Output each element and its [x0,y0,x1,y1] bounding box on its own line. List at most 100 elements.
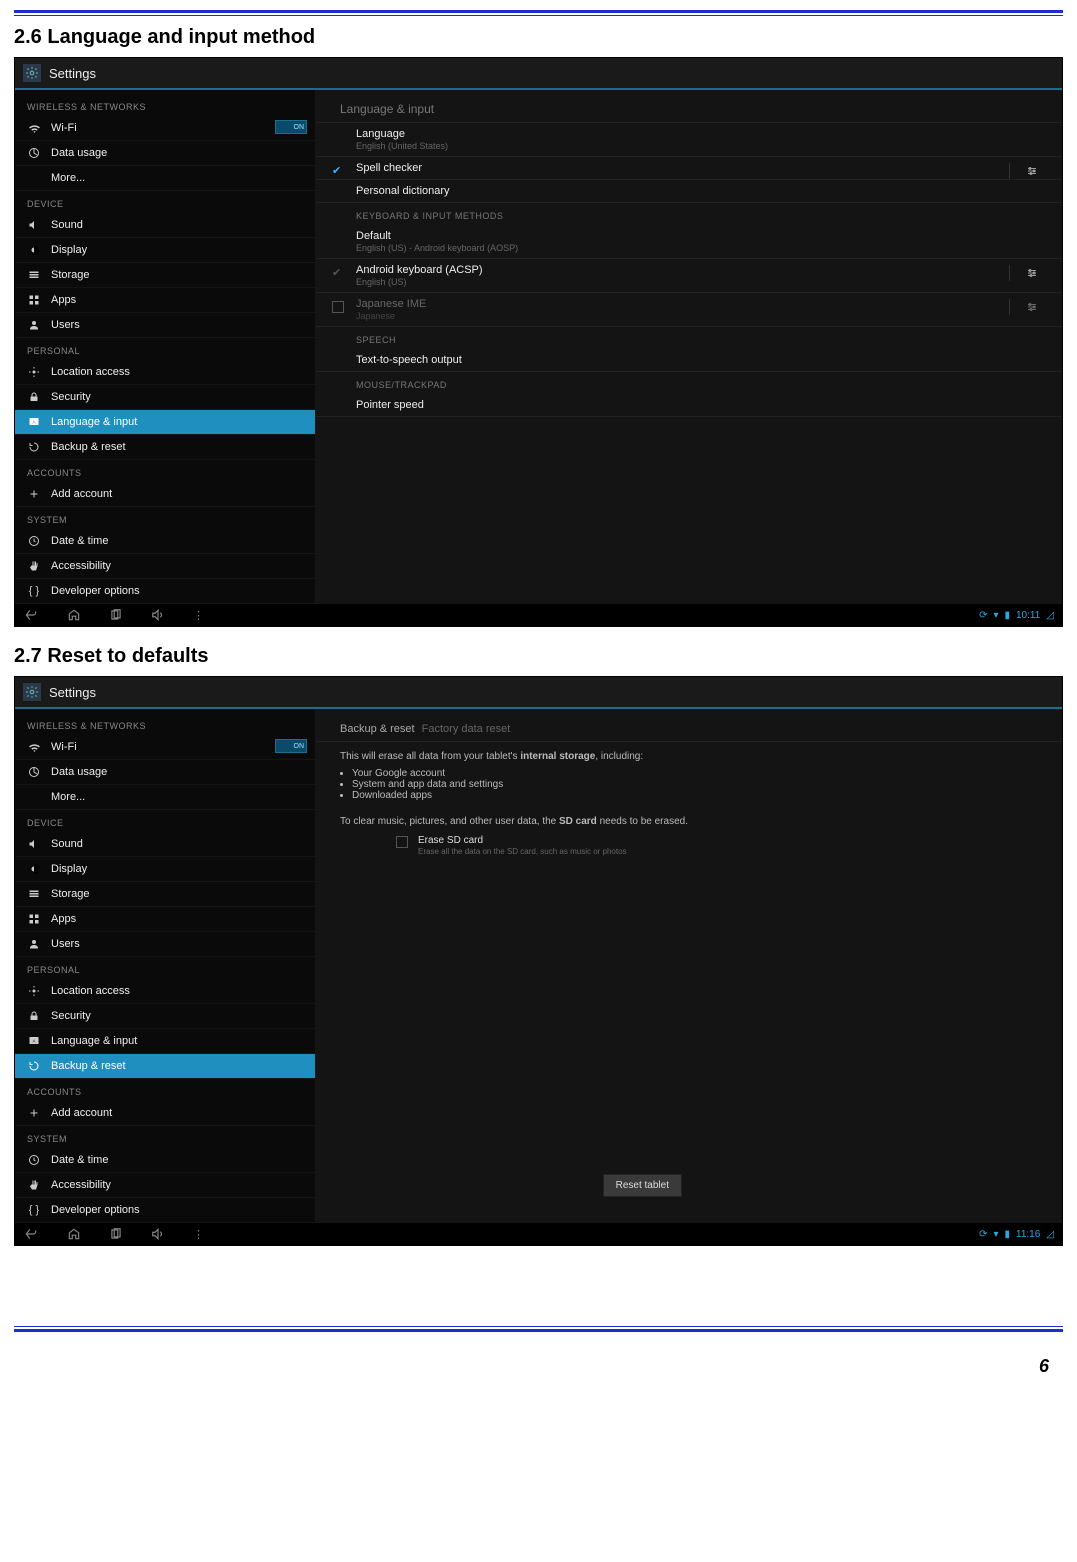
row-label: Pointer speed [356,399,424,411]
hand-icon [27,559,41,573]
row-pointer-speed[interactable]: Pointer speed [316,394,1062,417]
sidebar-item-label: Storage [51,888,90,900]
sidebar-item-label: Display [51,244,87,256]
users-icon [27,937,41,951]
sidebar-item-users[interactable]: Users [15,932,315,957]
nav-overflow-icon[interactable]: ⋮ [193,1228,204,1241]
sidebar-item-storage[interactable]: Storage [15,882,315,907]
storage-icon [27,268,41,282]
row-personal-dictionary[interactable]: Personal dictionary [316,180,1062,203]
nav-recent-icon[interactable] [109,1227,123,1241]
sidebar-item-language[interactable]: A Language & input [15,1029,315,1054]
row-default[interactable]: Default English (US) - Android keyboard … [316,225,1062,259]
row-japanese-ime[interactable]: Japanese IME Japanese [316,293,1062,327]
sidebar-cat-wireless: WIRELESS & NETWORKS [15,94,315,116]
status-wifi-icon: ▾ [993,1229,998,1240]
row-language[interactable]: Language English (United States) [316,123,1062,157]
cat-mouse: MOUSE/TRACKPAD [316,372,1062,394]
hand-icon [27,1178,41,1192]
sidebar-item-apps[interactable]: Apps [15,288,315,313]
sidebar-item-wifi[interactable]: Wi-Fi ON [15,735,315,760]
row-value: Japanese [356,311,426,321]
sidebar-item-label: Add account [51,488,112,500]
sliders-icon[interactable] [1009,299,1044,315]
status-sync-icon: ⟳ [979,1229,987,1240]
clock-icon [27,534,41,548]
row-label: Personal dictionary [356,185,450,197]
sidebar-item-more[interactable]: More... [15,785,315,810]
status-area[interactable]: ⟳ ▾ ▮ 10:11 ◿ [979,610,1054,621]
nav-home-icon[interactable] [67,1227,81,1241]
row-tts[interactable]: Text-to-speech output [316,349,1062,372]
sidebar-item-backup[interactable]: Backup & reset [15,435,315,460]
sidebar-item-storage[interactable]: Storage [15,263,315,288]
sliders-icon[interactable] [1009,163,1044,179]
sidebar-item-label: Sound [51,219,83,231]
sidebar-item-more[interactable]: More... [15,166,315,191]
bullet: Downloaded apps [352,790,1038,801]
clock-icon [27,1153,41,1167]
erase-label: Erase SD card [418,835,627,846]
top-rule-thin [14,15,1063,16]
sidebar-item-add-account[interactable]: Add account [15,482,315,507]
sidebar-item-data-usage[interactable]: Data usage [15,760,315,785]
sidebar-item-data-usage[interactable]: Data usage [15,141,315,166]
sidebar-item-location[interactable]: Location access [15,979,315,1004]
nav-volume-icon[interactable] [151,1227,165,1241]
checkbox-icon[interactable] [396,836,408,848]
nav-recent-icon[interactable] [109,608,123,622]
reset-sd-note: To clear music, pictures, and other user… [316,807,1062,831]
braces-icon: { } [27,584,41,598]
sidebar-item-add-account[interactable]: Add account [15,1101,315,1126]
sidebar-item-datetime[interactable]: Date & time [15,1148,315,1173]
wifi-toggle[interactable]: ON [275,739,307,753]
row-android-keyboard[interactable]: ✔ Android keyboard (ACSP) English (US) [316,259,1062,293]
svg-text:A: A [32,420,35,425]
sidebar-item-accessibility[interactable]: Accessibility [15,1173,315,1198]
sidebar-item-display[interactable]: Display [15,857,315,882]
sidebar-item-label: Security [51,391,91,403]
wifi-toggle[interactable]: ON [275,120,307,134]
sliders-icon[interactable] [1009,265,1044,281]
sidebar-item-sound[interactable]: Sound [15,832,315,857]
sidebar-item-backup[interactable]: Backup & reset [15,1054,315,1079]
location-icon [27,365,41,379]
reset-tablet-button[interactable]: Reset tablet [603,1174,682,1197]
sidebar-item-label: Wi-Fi [51,122,77,134]
status-area[interactable]: ⟳ ▾ ▮ 11:16 ◿ [979,1229,1054,1240]
sidebar-item-security[interactable]: Security [15,1004,315,1029]
sidebar-item-label: Developer options [51,585,140,597]
nav-home-icon[interactable] [67,608,81,622]
sidebar-item-display[interactable]: Display [15,238,315,263]
row-spell-checker[interactable]: ✔ Spell checker [316,157,1062,180]
sidebar-cat-personal: PERSONAL [15,957,315,979]
braces-icon: { } [27,1203,41,1217]
erase-sd-row[interactable]: Erase SD card Erase all the data on the … [316,831,1062,862]
sidebar-item-accessibility[interactable]: Accessibility [15,554,315,579]
sidebar-item-wifi[interactable]: Wi-Fi ON [15,116,315,141]
sidebar-item-developer[interactable]: { } Developer options [15,1198,315,1223]
sidebar-cat-device: DEVICE [15,810,315,832]
nav-volume-icon[interactable] [151,608,165,622]
sidebar-item-datetime[interactable]: Date & time [15,529,315,554]
nav-overflow-icon[interactable]: ⋮ [193,609,204,622]
sidebar-item-language[interactable]: A Language & input [15,410,315,435]
sidebar-item-security[interactable]: Security [15,385,315,410]
nav-back-icon[interactable] [23,1227,39,1241]
sidebar-item-label: Date & time [51,1154,108,1166]
data-usage-icon [27,146,41,160]
sidebar-item-developer[interactable]: { } Developer options [15,579,315,604]
sidebar-cat-personal: PERSONAL [15,338,315,360]
sidebar-item-users[interactable]: Users [15,313,315,338]
sidebar-item-label: Data usage [51,766,107,778]
sidebar-item-location[interactable]: Location access [15,360,315,385]
sidebar-item-sound[interactable]: Sound [15,213,315,238]
bullet: System and app data and settings [352,779,1038,790]
bullet: Your Google account [352,768,1038,779]
sidebar-item-apps[interactable]: Apps [15,907,315,932]
checkbox-icon[interactable] [332,301,344,313]
breadcrumb-1: Backup & reset [340,723,415,735]
checkmark-icon: ✔ [332,164,344,176]
nav-back-icon[interactable] [23,608,39,622]
display-icon [27,862,41,876]
